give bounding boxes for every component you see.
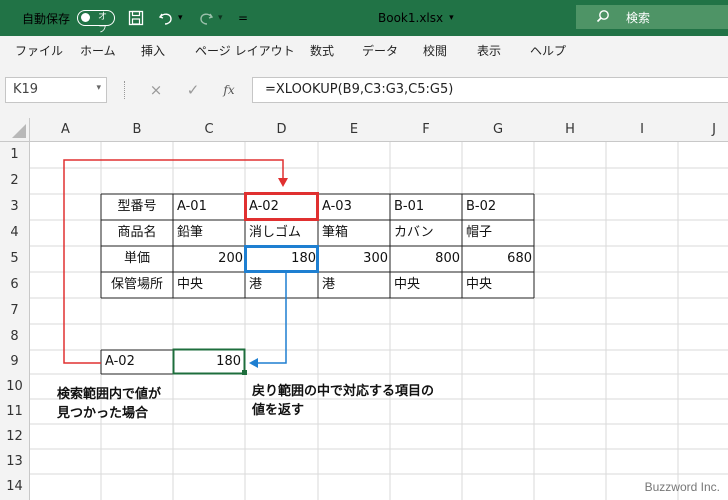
note-found-line1: 検索範囲内で値が [57,387,162,402]
watermark: Buzzword Inc. [644,480,720,494]
note-return-line2: 値を返す [252,403,305,418]
red-highlight-box [244,192,319,221]
result-cell-border [172,348,246,375]
blue-arrowhead [249,358,258,368]
red-arrowhead [278,178,288,187]
note-found-line2: 見つかった場合 [57,406,149,421]
note-return-line1: 戻り範囲の中で対応する項目の [252,384,435,399]
blue-highlight-box [244,245,319,273]
note-return: 戻り範囲の中で対応する項目の 値を返す [252,382,434,420]
note-found: 検索範囲内で値が 見つかった場合 [57,385,161,423]
blue-arrow-line [256,272,287,364]
annotation-overlay [63,159,319,375]
fill-handle [242,370,247,375]
red-arrow-line [63,159,284,364]
